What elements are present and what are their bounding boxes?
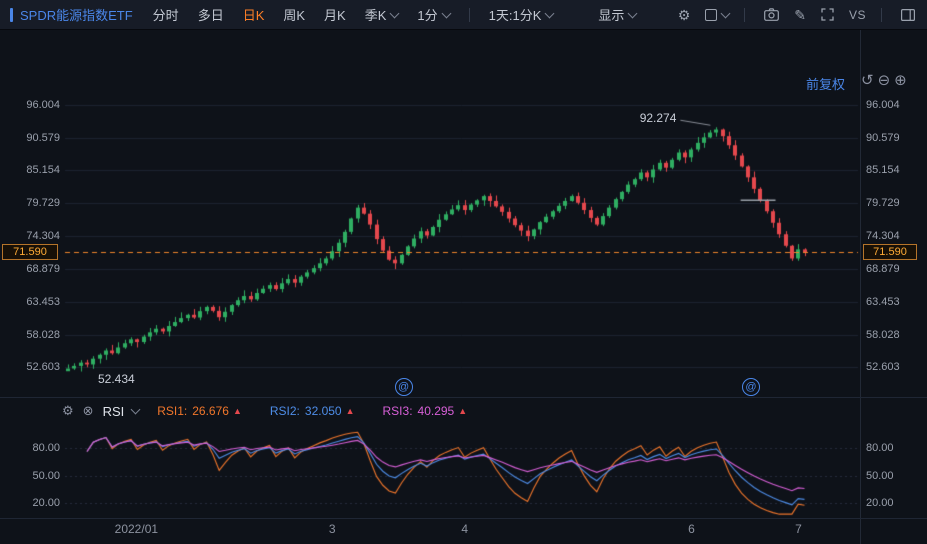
toolbar-divider xyxy=(881,8,882,22)
chevron-down-icon xyxy=(545,8,555,18)
stock-chart-window: SPDR能源指数ETF 分时 多日 日K 周K 月K 季K 1分 1天:1分K … xyxy=(0,0,927,544)
y-axis-label: 96.004 xyxy=(0,99,60,111)
tab-daily-k[interactable]: 日K xyxy=(243,5,265,24)
zoom-controls: ↺ ⊖ ⊕ xyxy=(861,71,907,89)
rsi-axis-label: 50.00 xyxy=(866,470,924,482)
symbol-title: SPDR能源指数ETF xyxy=(10,5,133,24)
tab-range-selector[interactable]: 1天:1分K xyxy=(489,5,554,24)
tab-range-selector-label: 1天:1分K xyxy=(489,5,542,24)
rsi-axis-label: 20.00 xyxy=(866,497,924,509)
adjust-mode-label[interactable]: 前复权 xyxy=(806,74,845,93)
x-axis-label: 3 xyxy=(329,522,336,536)
event-marker[interactable]: @ xyxy=(742,378,760,396)
reset-zoom-icon[interactable]: ↺ xyxy=(861,71,874,89)
toolbar: SPDR能源指数ETF 分时 多日 日K 周K 月K 季K 1分 1天:1分K … xyxy=(0,0,927,30)
x-axis-label: 2022/01 xyxy=(115,522,158,536)
chart-overlays: 96.004 96.004 90.579 90.579 85.154 85.154 79.7… xyxy=(0,0,927,544)
rsi1-label: RSI1: xyxy=(157,404,187,418)
up-arrow-icon: ▲ xyxy=(233,406,242,416)
up-arrow-icon: ▲ xyxy=(458,406,467,416)
y-axis-label: 68.879 xyxy=(866,263,924,275)
y-axis-label: 96.004 xyxy=(866,99,924,111)
rsi-header: ⚙ ⊗ RSI RSI1: 26.676 ▲ RSI2: 32.050 ▲ RS… xyxy=(62,399,495,423)
tab-intraday[interactable]: 分时 xyxy=(153,5,179,24)
tab-1min[interactable]: 1分 xyxy=(417,5,449,24)
symbol-title-text: SPDR能源指数ETF xyxy=(20,5,133,24)
rsi2-value: 32.050 xyxy=(305,404,342,418)
y-axis-label: 90.579 xyxy=(0,132,60,144)
y-axis-label: 79.729 xyxy=(0,197,60,209)
y-axis-label: 85.154 xyxy=(0,164,60,176)
zoom-in-icon[interactable]: ⊕ xyxy=(894,71,907,89)
rsi-axis-label: 80.00 xyxy=(866,442,924,454)
chevron-down-icon xyxy=(390,8,400,18)
expand-icon[interactable] xyxy=(821,8,834,21)
rsi3-value: 40.295 xyxy=(418,404,455,418)
rsi2-legend: RSI2: 32.050 ▲ xyxy=(270,404,355,418)
up-arrow-icon: ▲ xyxy=(346,406,355,416)
zoom-out-icon[interactable]: ⊖ xyxy=(878,71,891,89)
pencil-icon[interactable]: ✎ xyxy=(794,8,806,22)
y-axis-label: 85.154 xyxy=(866,164,924,176)
title-marker xyxy=(10,8,13,22)
chevron-down-icon xyxy=(628,8,638,18)
low-price-annotation: 52.434 xyxy=(98,372,135,386)
indicator-selector[interactable]: RSI xyxy=(103,404,125,419)
y-axis-label: 63.453 xyxy=(0,296,60,308)
rsi3-label: RSI3: xyxy=(383,404,413,418)
rsi-settings-gear-icon[interactable]: ⚙ xyxy=(62,403,74,419)
display-menu-label: 显示 xyxy=(598,5,624,24)
rsi1-legend: RSI1: 26.676 ▲ xyxy=(157,404,242,418)
toolbar-divider xyxy=(469,8,470,22)
y-axis-label: 74.304 xyxy=(0,230,60,242)
toolbar-icons: ⚙ ✎ VS xyxy=(678,8,917,22)
rsi2-label: RSI2: xyxy=(270,404,300,418)
tab-quarterly-k[interactable]: 季K xyxy=(365,5,399,24)
price-badge-left: 71.590 xyxy=(2,244,58,260)
y-axis-label: 63.453 xyxy=(866,296,924,308)
chart-style-icon[interactable] xyxy=(705,9,729,21)
toolbar-divider xyxy=(744,8,745,22)
rsi-axis-label: 80.00 xyxy=(0,442,60,454)
tab-multi-day[interactable]: 多日 xyxy=(198,5,224,24)
rsi3-legend: RSI3: 40.295 ▲ xyxy=(383,404,468,418)
rsi-close-icon[interactable]: ⊗ xyxy=(83,403,94,419)
x-axis-label: 7 xyxy=(795,522,802,536)
y-axis-label: 58.028 xyxy=(0,329,60,341)
panel-right-icon[interactable] xyxy=(901,9,915,21)
gear-icon[interactable]: ⚙ xyxy=(678,8,691,22)
chevron-down-icon xyxy=(441,8,451,18)
tab-1min-label: 1分 xyxy=(417,5,437,24)
rsi-axis-label: 50.00 xyxy=(0,470,60,482)
rsi1-value: 26.676 xyxy=(192,404,229,418)
tab-monthly-k[interactable]: 月K xyxy=(324,5,346,24)
y-axis-label: 79.729 xyxy=(866,197,924,209)
vs-compare-button[interactable]: VS xyxy=(849,9,866,21)
peak-price-annotation: 92.274 xyxy=(640,111,677,125)
y-axis-label: 90.579 xyxy=(866,132,924,144)
event-marker[interactable]: @ xyxy=(395,378,413,396)
y-axis-label: 68.879 xyxy=(0,263,60,275)
tab-quarterly-k-label: 季K xyxy=(365,5,387,24)
y-axis-label: 74.304 xyxy=(866,230,924,242)
y-axis-label: 58.028 xyxy=(866,329,924,341)
chevron-down-icon xyxy=(721,8,731,18)
display-menu[interactable]: 显示 xyxy=(598,5,636,24)
x-axis-label: 4 xyxy=(461,522,468,536)
camera-icon[interactable] xyxy=(764,8,779,21)
chart-style-square-icon xyxy=(705,9,717,21)
rsi-axis-label: 20.00 xyxy=(0,497,60,509)
tab-weekly-k[interactable]: 周K xyxy=(283,5,305,24)
y-axis-label: 52.603 xyxy=(0,361,60,373)
chevron-down-icon xyxy=(131,405,141,415)
price-badge-right: 71.590 xyxy=(863,244,917,260)
y-axis-label: 52.603 xyxy=(866,361,924,373)
x-axis-label: 6 xyxy=(688,522,695,536)
